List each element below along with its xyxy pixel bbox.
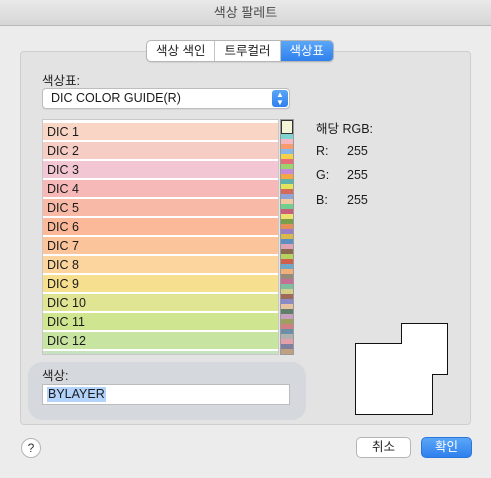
rgb-b-row: B: 255 (316, 193, 368, 207)
strip-band (281, 354, 293, 355)
window-title: 색상 팔레트 (0, 0, 491, 26)
color-list-item[interactable]: DIC 4 (43, 180, 278, 199)
color-book-label: 색상표: (42, 74, 80, 88)
color-list-item[interactable]: DIC 2 (43, 142, 278, 161)
color-list[interactable]: DIC 1 DIC 2 DIC 3 DIC 4 DIC 5 DIC 6 DIC 7 DIC 8… (42, 119, 279, 355)
color-list-item[interactable]: DIC 10 (43, 294, 278, 313)
rgb-g-label: G: (316, 168, 330, 182)
color-list-item[interactable]: DIC 9 (43, 275, 278, 294)
rgb-g-value: 255 (347, 168, 368, 182)
rgb-r-row: R: 255 (316, 144, 368, 158)
color-preview-swatch (355, 323, 448, 415)
color-list-item[interactable]: DIC 5 (43, 199, 278, 218)
rgb-g-row: G: 255 (316, 168, 368, 182)
ok-button[interactable]: 확인 (421, 437, 472, 458)
color-list-item[interactable]: DIC 6 (43, 218, 278, 237)
color-list-rows: DIC 1 DIC 2 DIC 3 DIC 4 DIC 5 DIC 6 DIC 7 DIC 8… (43, 120, 278, 354)
rgb-r-value: 255 (347, 144, 368, 158)
color-input-value: BYLAYER (47, 387, 106, 402)
cancel-button[interactable]: 취소 (356, 437, 411, 458)
color-list-item[interactable]: DIC 3 (43, 161, 278, 180)
updown-chevron-icon: ▲ ▼ (272, 90, 288, 107)
rgb-title: 해당 RGB: (316, 122, 374, 136)
color-book-select[interactable]: DIC COLOR GUIDE(R) ▲ ▼ (42, 88, 290, 109)
tab-color-books[interactable]: 색상표 (280, 41, 334, 61)
tab-true-color[interactable]: 트루컬러 (215, 41, 281, 61)
color-list-item[interactable] (43, 351, 278, 354)
color-input[interactable]: BYLAYER (42, 384, 290, 405)
rgb-r-label: R: (316, 144, 329, 158)
color-list-item[interactable]: DIC 11 (43, 313, 278, 332)
color-list-item[interactable]: DIC 8 (43, 256, 278, 275)
strip-selected-band (281, 120, 293, 134)
color-book-value: DIC COLOR GUIDE(R) (51, 91, 181, 105)
rgb-b-value: 255 (347, 193, 368, 207)
tab-bar: 색상 색인 트루컬러 색상표 (146, 40, 335, 62)
rgb-b-label: B: (316, 193, 328, 207)
color-page-strip[interactable] (280, 119, 294, 355)
tab-color-index[interactable]: 색상 색인 (147, 41, 216, 61)
color-list-item[interactable]: DIC 7 (43, 237, 278, 256)
color-list-item[interactable]: DIC 1 (43, 123, 278, 142)
color-list-item[interactable]: DIC 12 (43, 332, 278, 351)
color-label: 색상: (42, 369, 69, 383)
help-button[interactable]: ? (21, 438, 41, 458)
